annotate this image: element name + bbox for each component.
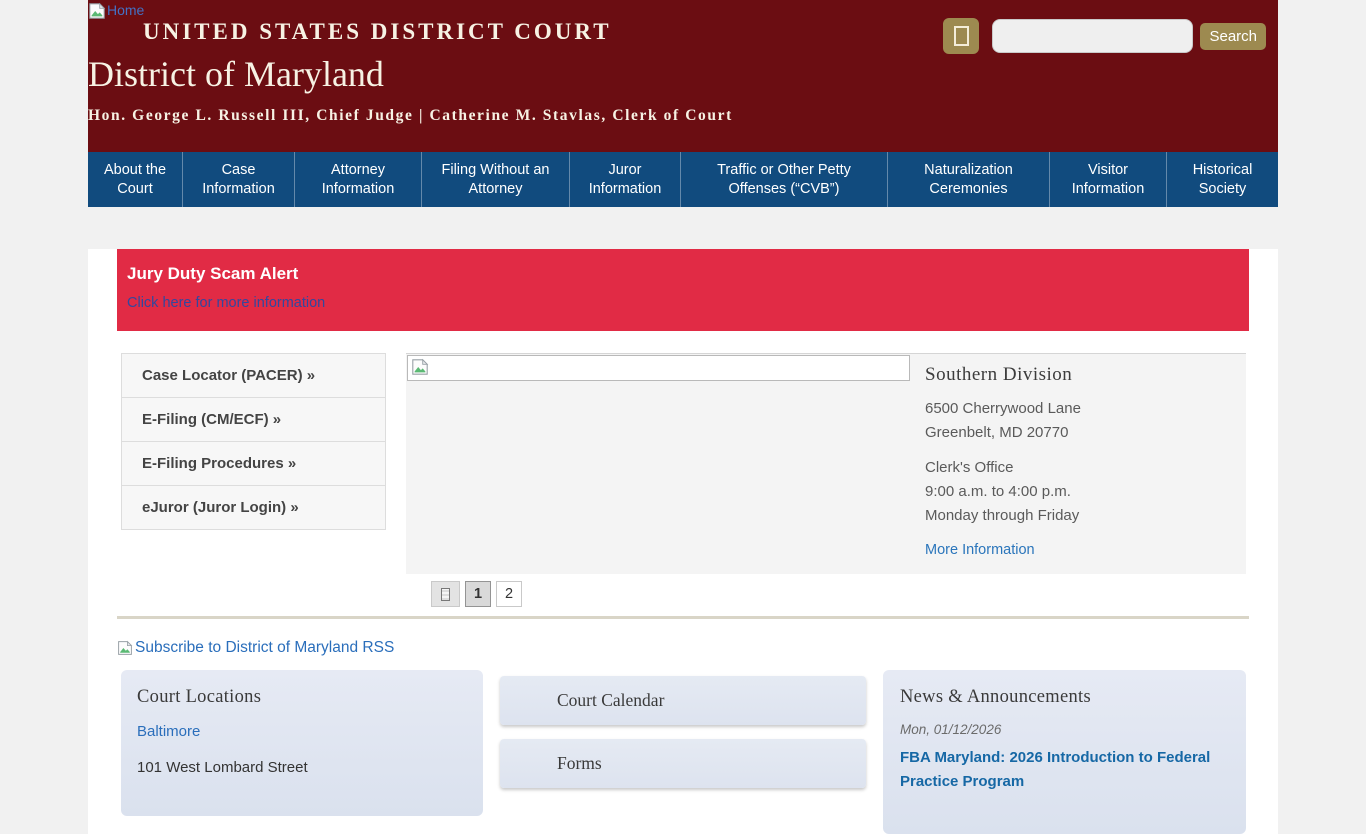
hours-line: Monday through Friday [925, 504, 1246, 528]
division-address: 6500 Cherrywood Lane Greenbelt, MD 20770 [925, 397, 1246, 445]
nav-item-about-the-court[interactable]: About the Court [88, 152, 183, 207]
home-link-label: Home [107, 2, 144, 18]
pager-page-1[interactable]: 1 [465, 581, 491, 607]
nav-item-naturalization-ceremonies[interactable]: Naturalization Ceremonies [888, 152, 1050, 207]
nav-item-juror-information[interactable]: Juror Information [570, 152, 681, 207]
alert-title: Jury Duty Scam Alert [127, 264, 1239, 284]
nav-item-visitor-information[interactable]: Visitor Information [1050, 152, 1167, 207]
pager-prev-icon [441, 588, 450, 601]
division-info: Southern Division 6500 Cherrywood Lane G… [910, 354, 1246, 574]
hours-line: 9:00 a.m. to 4:00 p.m. [925, 480, 1246, 504]
carousel-column: Southern Division 6500 Cherrywood Lane G… [406, 353, 1246, 607]
search-area: Search [943, 18, 1266, 54]
home-link[interactable]: Home [88, 2, 144, 20]
nav-item-attorney-information[interactable]: Attorney Information [295, 152, 422, 207]
division-title: Southern Division [925, 364, 1246, 386]
jury-scam-alert-banner: Jury Duty Scam Alert Click here for more… [117, 249, 1249, 331]
masthead: Home UNITED STATES DISTRICT COURT Distri… [88, 0, 1278, 152]
nav-item-historical-society[interactable]: Historical Society [1167, 152, 1278, 207]
judges-tagline: Hon. George L. Russell III, Chief Judge … [88, 107, 1278, 125]
quick-links-menu: Case Locator (PACER) » E-Filing (CM/ECF)… [121, 353, 386, 607]
page-container: Home UNITED STATES DISTRICT COURT Distri… [88, 0, 1278, 834]
district-title: District of Maryland [88, 53, 1278, 95]
news-headline-link[interactable]: FBA Maryland: 2026 Introduction to Feder… [900, 746, 1229, 794]
search-input[interactable] [992, 19, 1193, 53]
search-icon-button[interactable] [943, 18, 979, 54]
quick-link-cmecf[interactable]: E-Filing (CM/ECF) » [121, 397, 386, 442]
baltimore-link[interactable]: Baltimore [137, 723, 200, 740]
nav-item-filing-without-attorney[interactable]: Filing Without an Attorney [422, 152, 570, 207]
alert-more-info-link[interactable]: Click here for more information [127, 295, 325, 311]
middle-cards-column: Court Calendar Forms [500, 676, 866, 788]
nav-item-traffic-cvb[interactable]: Traffic or Other Petty Offenses (“CVB”) [681, 152, 888, 207]
division-hours: Clerk's Office 9:00 a.m. to 4:00 p.m. Mo… [925, 456, 1246, 528]
main-nav: About the Court Case Information Attorne… [88, 152, 1278, 207]
news-title: News & Announcements [900, 687, 1229, 708]
bottom-panels: Court Locations Baltimore 101 West Lomba… [121, 670, 1246, 834]
search-button[interactable]: Search [1200, 23, 1266, 50]
news-announcements-panel: News & Announcements Mon, 01/12/2026 FBA… [883, 670, 1246, 834]
carousel-pagination: 1 2 [431, 581, 1246, 607]
search-icon [954, 26, 969, 46]
hours-line: Clerk's Office [925, 456, 1246, 480]
quick-link-efiling-procedures[interactable]: E-Filing Procedures » [121, 441, 386, 486]
address-line: 6500 Cherrywood Lane [925, 397, 1246, 421]
broken-image-icon [88, 2, 106, 20]
division-carousel: Southern Division 6500 Cherrywood Lane G… [406, 353, 1246, 574]
content-row: Case Locator (PACER) » E-Filing (CM/ECF)… [121, 353, 1246, 607]
news-date: Mon, 01/12/2026 [900, 722, 1229, 737]
quick-link-ejuror[interactable]: eJuror (Juror Login) » [121, 485, 386, 530]
quick-link-pacer[interactable]: Case Locator (PACER) » [121, 353, 386, 398]
broken-image-icon [411, 358, 429, 376]
rss-link-label: Subscribe to District of Maryland RSS [135, 639, 394, 657]
court-locations-panel: Court Locations Baltimore 101 West Lomba… [121, 670, 483, 816]
main-content: Jury Duty Scam Alert Click here for more… [88, 249, 1278, 834]
address-line: Greenbelt, MD 20770 [925, 421, 1246, 445]
court-locations-title: Court Locations [137, 687, 467, 708]
more-information-link[interactable]: More Information [925, 542, 1035, 558]
nav-item-case-information[interactable]: Case Information [183, 152, 295, 207]
carousel-slide-image-broken [407, 355, 910, 381]
court-calendar-card[interactable]: Court Calendar [500, 676, 866, 725]
pager-prev-button[interactable] [431, 581, 460, 607]
section-divider [117, 616, 1249, 619]
rss-subscribe-link[interactable]: Subscribe to District of Maryland RSS [117, 639, 394, 657]
forms-card[interactable]: Forms [500, 739, 866, 788]
broken-image-icon [117, 640, 133, 656]
pager-page-2[interactable]: 2 [496, 581, 522, 607]
